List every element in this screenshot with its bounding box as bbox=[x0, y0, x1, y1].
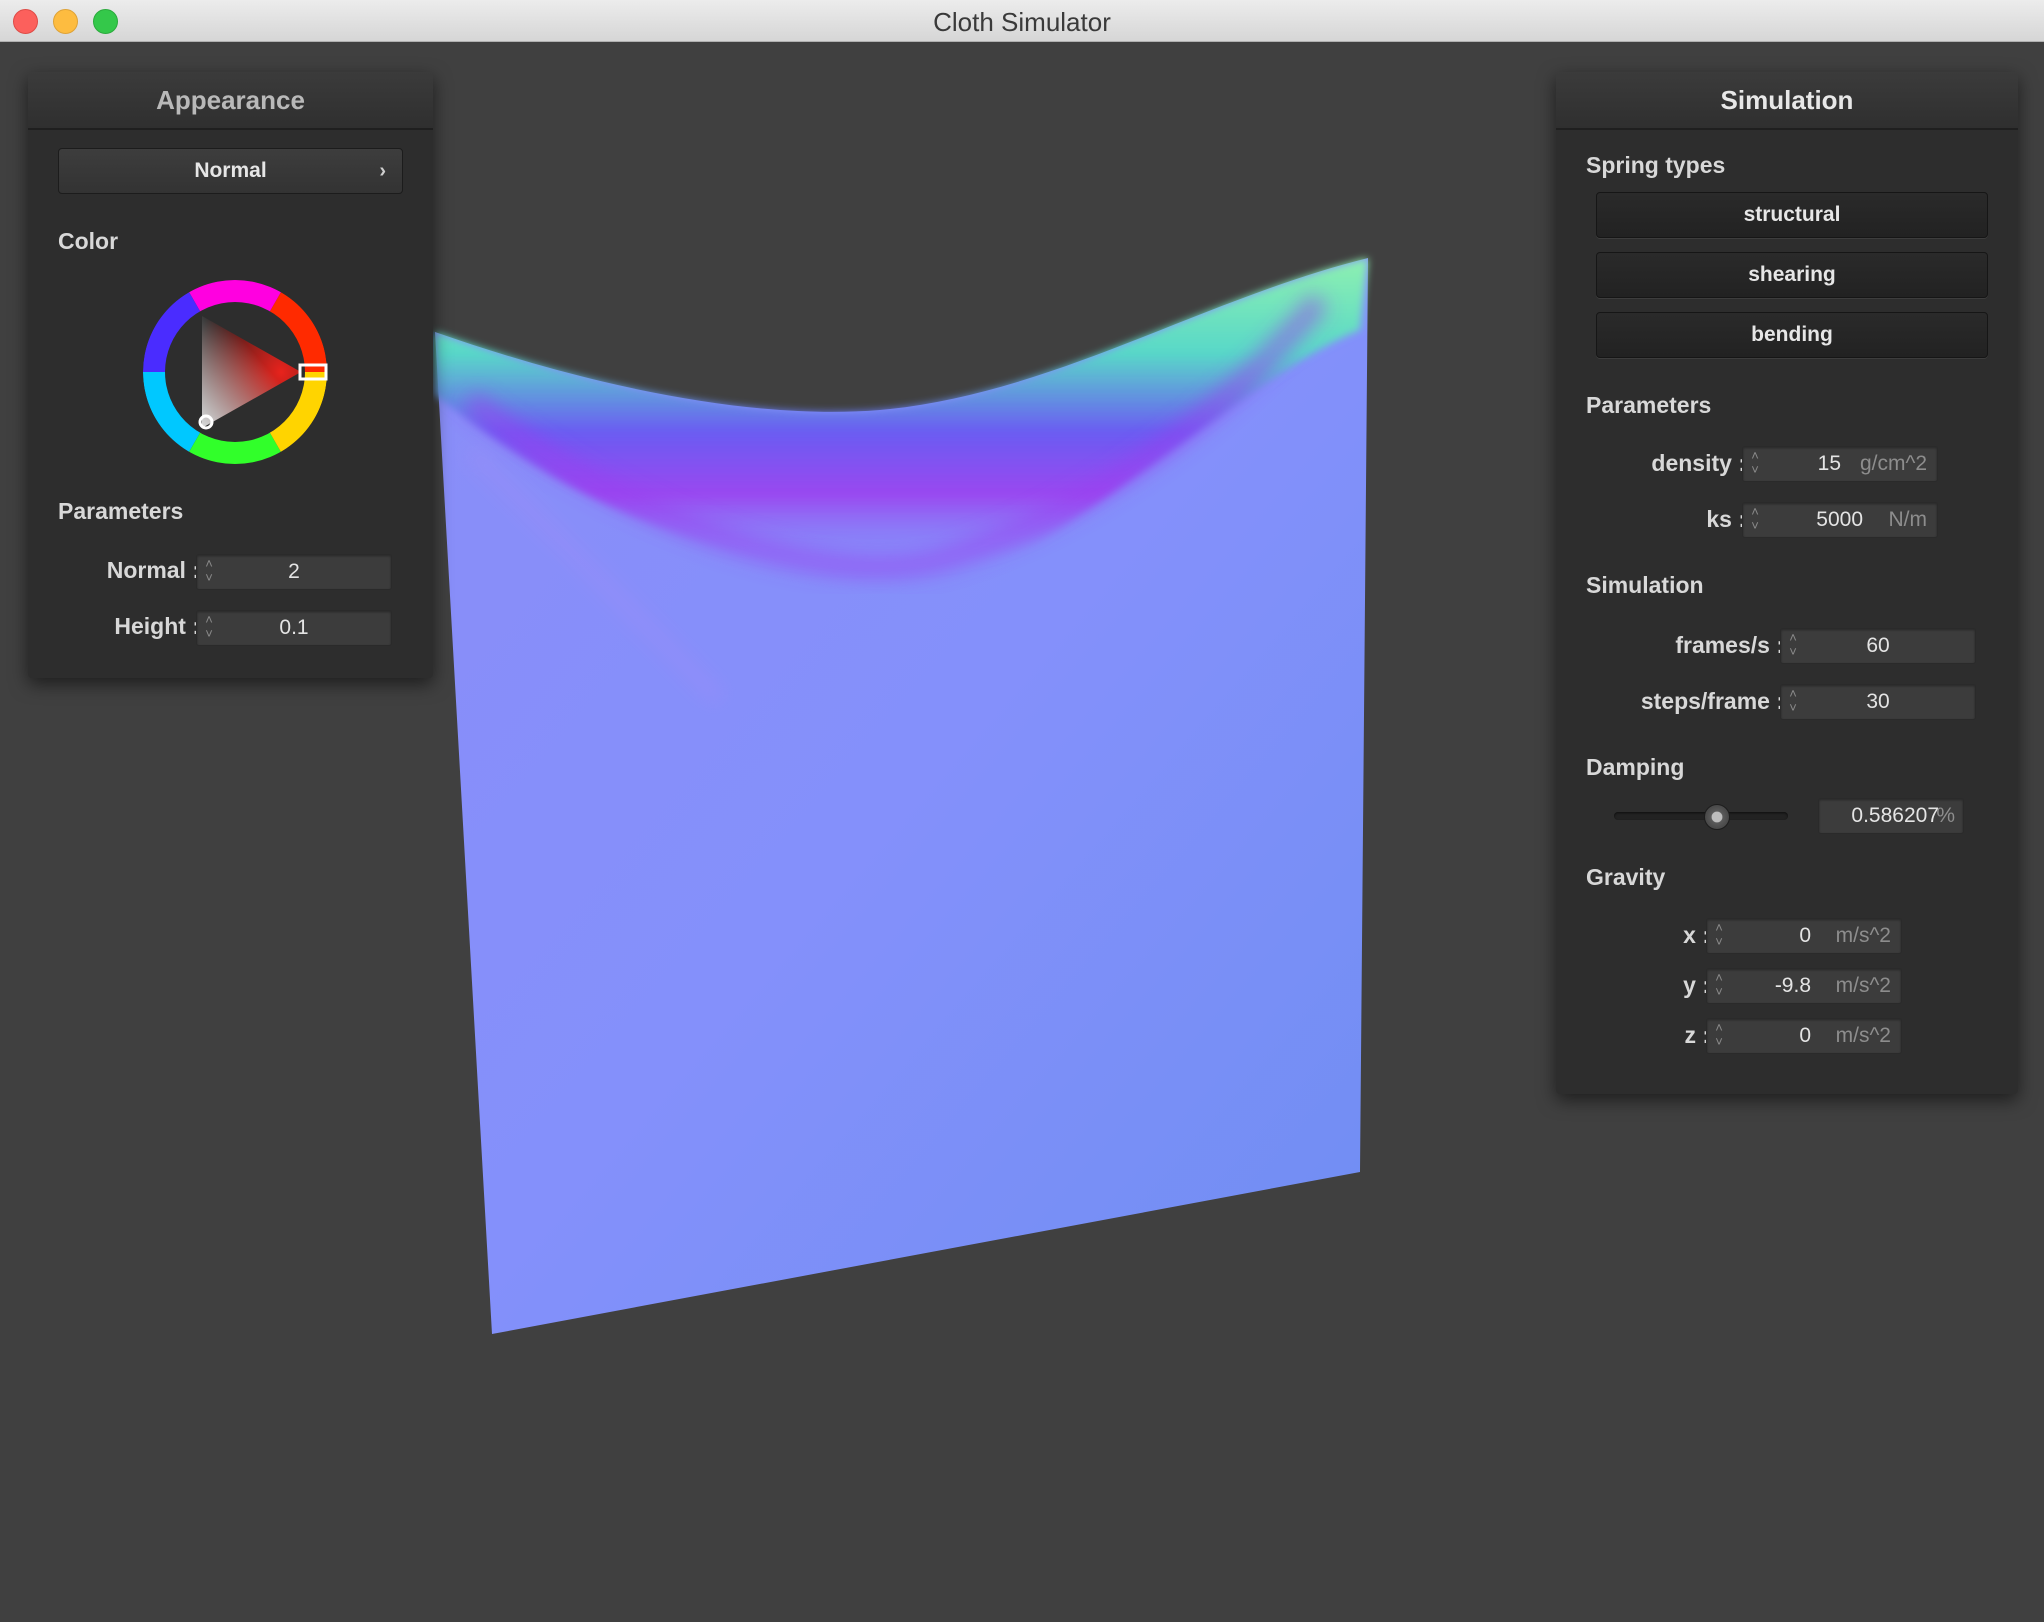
ks-input[interactable]: ˄ ˅ 5000 N/m bbox=[1742, 502, 1938, 538]
ks-label: ks : bbox=[1706, 506, 1746, 532]
spring-types-title: Spring types bbox=[1586, 152, 1726, 178]
damping-value: 0.586207 bbox=[1851, 804, 1939, 827]
spinner-arrows-icon[interactable]: ˄ ˅ bbox=[1713, 1021, 1725, 1051]
bending-button[interactable]: bending bbox=[1596, 312, 1988, 358]
height-label: Height : bbox=[114, 613, 200, 639]
simulation-panel-title: Simulation bbox=[1556, 72, 2018, 130]
frames-per-second-label: frames/s : bbox=[1675, 632, 1784, 658]
spinner-arrows-icon[interactable]: ˄ ˅ bbox=[1749, 449, 1761, 479]
shader-select[interactable]: Normal › bbox=[58, 148, 403, 194]
damping-unit: % bbox=[1936, 804, 1955, 827]
height-input[interactable]: ˄ ˅ 0.1 bbox=[196, 610, 392, 646]
window-title: Cloth Simulator bbox=[933, 7, 1111, 37]
steps-per-frame-value: 30 bbox=[1866, 690, 1890, 713]
density-unit: g/cm^2 bbox=[1859, 452, 1927, 475]
damping-value-field: 0.586207 % bbox=[1818, 798, 1964, 834]
color-wheel-picker[interactable] bbox=[135, 272, 335, 472]
gravity-y-label: y : bbox=[1683, 972, 1710, 998]
damping-title: Damping bbox=[1586, 754, 1685, 780]
gravity-y-input[interactable]: ˄ ˅ -9.8 m/s^2 bbox=[1706, 968, 1902, 1004]
gravity-z-unit: m/s^2 bbox=[1835, 1024, 1891, 1047]
density-label: density : bbox=[1651, 450, 1746, 476]
gravity-title: Gravity bbox=[1586, 864, 1666, 890]
chevron-right-icon: › bbox=[379, 160, 386, 182]
gravity-x-label: x : bbox=[1683, 922, 1710, 948]
appearance-panel-title: Appearance bbox=[28, 72, 433, 130]
appearance-panel: Appearance Normal › Color Parameters Nor… bbox=[28, 72, 433, 678]
density-input[interactable]: ˄ ˅ 15 g/cm^2 bbox=[1742, 446, 1938, 482]
damping-slider-track[interactable] bbox=[1614, 812, 1788, 820]
simulation-panel: Simulation Spring types structural shear… bbox=[1556, 72, 2018, 1094]
height-value: 0.1 bbox=[279, 616, 309, 639]
simulation-rate-title: Simulation bbox=[1586, 572, 1704, 598]
gravity-z-label: z : bbox=[1684, 1022, 1710, 1048]
ks-value: 5000 bbox=[1816, 508, 1863, 531]
frames-per-second-input[interactable]: ˄ ˅ 60 bbox=[1780, 628, 1976, 664]
normal-input[interactable]: ˄ ˅ 2 bbox=[196, 554, 392, 590]
gravity-y-value: -9.8 bbox=[1774, 974, 1811, 997]
gravity-y-unit: m/s^2 bbox=[1835, 974, 1891, 997]
steps-per-frame-input[interactable]: ˄ ˅ 30 bbox=[1780, 684, 1976, 720]
spinner-arrows-icon[interactable]: ˄ ˅ bbox=[1713, 971, 1725, 1001]
gravity-x-input[interactable]: ˄ ˅ 0 m/s^2 bbox=[1706, 918, 1902, 954]
simulation-parameters-title: Parameters bbox=[1586, 392, 1712, 418]
gravity-z-input[interactable]: ˄ ˅ 0 m/s^2 bbox=[1706, 1018, 1902, 1054]
spinner-arrows-icon[interactable]: ˄ ˅ bbox=[1713, 921, 1725, 951]
density-value: 15 bbox=[1817, 452, 1841, 475]
steps-per-frame-label: steps/frame : bbox=[1640, 688, 1784, 714]
structural-button[interactable]: structural bbox=[1596, 192, 1988, 238]
shader-select-value: Normal bbox=[194, 159, 267, 182]
spinner-arrows-icon[interactable]: ˄ ˅ bbox=[1749, 505, 1761, 535]
ks-unit: N/m bbox=[1888, 508, 1928, 531]
appearance-parameters-title: Parameters bbox=[58, 498, 184, 524]
shearing-button[interactable]: shearing bbox=[1596, 252, 1988, 298]
gravity-x-value: 0 bbox=[1799, 924, 1811, 947]
title-bar: Cloth Simulator bbox=[0, 0, 2044, 42]
damping-slider-handle[interactable] bbox=[1703, 804, 1730, 830]
color-section-title: Color bbox=[58, 228, 119, 254]
gravity-z-value: 0 bbox=[1799, 1024, 1811, 1047]
gravity-x-unit: m/s^2 bbox=[1835, 924, 1891, 947]
normal-label: Normal : bbox=[106, 557, 200, 583]
frames-per-second-value: 60 bbox=[1866, 634, 1890, 657]
normal-value: 2 bbox=[288, 560, 300, 583]
